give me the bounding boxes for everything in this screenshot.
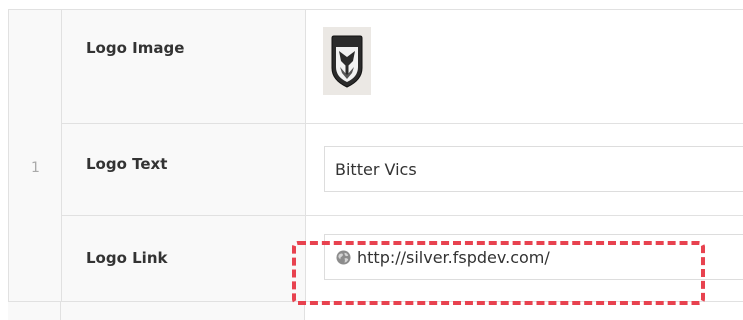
globe-icon (336, 250, 351, 265)
row-handle[interactable]: 1 (9, 10, 62, 302)
next-row-label-cell (61, 302, 305, 320)
logo-text-label: Logo Text (86, 155, 168, 173)
row-number: 1 (31, 160, 40, 176)
next-row-handle (8, 302, 61, 320)
logo-link-input[interactable] (357, 235, 743, 279)
acf-repeater-screenshot: 1 Logo Image Logo Text Bitter Vics Logo … (0, 0, 743, 320)
logo-text-input[interactable] (324, 146, 743, 192)
field-logo-link: Logo Link (62, 216, 743, 302)
field-logo-image: Logo Image (62, 10, 743, 124)
logo-image-preview[interactable] (323, 27, 371, 95)
logo-image-label: Logo Image (86, 39, 185, 57)
logo-link-label: Logo Link (86, 249, 168, 267)
field-logo-text: Logo Text (62, 124, 743, 216)
repeater-table: 1 Logo Image Logo Text Bitter Vics Logo … (8, 9, 743, 320)
shield-logo-icon (331, 35, 363, 88)
next-row-edge (8, 301, 743, 320)
top-strip (0, 0, 743, 9)
logo-link-field[interactable] (324, 234, 743, 280)
